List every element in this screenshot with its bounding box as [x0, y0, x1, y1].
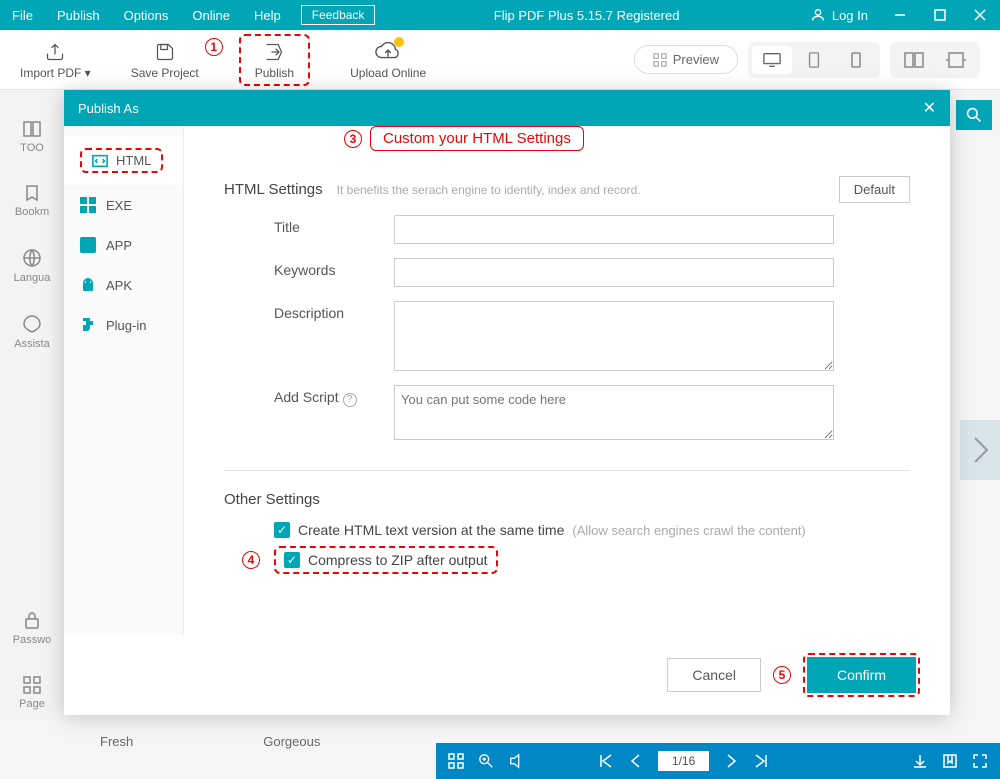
- default-button[interactable]: Default: [839, 176, 910, 203]
- annotation-3-box: 3 Custom your HTML Settings: [344, 126, 584, 151]
- theme-gorgeous[interactable]: Gorgeous: [263, 734, 320, 749]
- sidebar-bookmarks[interactable]: Bookm: [15, 184, 49, 218]
- slide-view-button[interactable]: [936, 46, 976, 74]
- dialog-close-button[interactable]: ✕: [923, 98, 936, 118]
- next-page-icon[interactable]: [723, 753, 739, 769]
- annotation-4: 4: [242, 551, 260, 569]
- label-description: Description: [224, 301, 394, 321]
- chevron-right-icon: [970, 435, 990, 465]
- search-button[interactable]: [956, 100, 992, 130]
- sidebar-page[interactable]: Page: [19, 676, 45, 710]
- sidebar-assistant[interactable]: Assista: [14, 314, 49, 350]
- publish-button[interactable]: Publish: [239, 34, 310, 86]
- dialog-content: 3 Custom your HTML Settings HTML Setting…: [184, 126, 950, 635]
- annotation-3: 3: [344, 130, 362, 148]
- last-page-icon[interactable]: [753, 753, 769, 769]
- plugin-icon: [80, 317, 96, 333]
- import-pdf-button[interactable]: Import PDF ▾: [20, 40, 91, 80]
- toolbar: Import PDF ▾ Save Project 1 Publish Uplo…: [0, 30, 1000, 90]
- phone-view-button[interactable]: [836, 46, 876, 74]
- description-input[interactable]: [394, 301, 834, 371]
- publish-icon: [263, 40, 285, 64]
- theme-fresh[interactable]: Fresh: [100, 734, 133, 749]
- tab-plugin[interactable]: Plug-in: [64, 305, 183, 345]
- tablet-view-button[interactable]: [794, 46, 834, 74]
- tab-app[interactable]: APP: [64, 225, 183, 265]
- help-icon[interactable]: ?: [343, 393, 357, 407]
- left-sidebar: TOO Bookm Langua Assista Passwo Page: [0, 90, 64, 720]
- login-button[interactable]: Log In: [798, 7, 880, 23]
- label-addscript: Add Script?: [224, 385, 394, 407]
- save-icon: [155, 40, 175, 64]
- user-icon: [810, 7, 826, 23]
- dialog-title: Publish As: [78, 101, 139, 116]
- sound-icon[interactable]: [508, 753, 524, 769]
- thumbnails-icon[interactable]: [448, 753, 464, 769]
- sidebar-password[interactable]: Passwo: [13, 610, 52, 646]
- desktop-view-button[interactable]: [752, 46, 792, 74]
- menu-publish[interactable]: Publish: [45, 8, 112, 23]
- android-icon: [80, 277, 96, 293]
- confirm-button[interactable]: Confirm: [807, 657, 916, 693]
- prev-page-icon[interactable]: [628, 753, 644, 769]
- grid-icon: [653, 53, 667, 67]
- annotation-5: 5: [773, 666, 791, 684]
- feedback-button[interactable]: Feedback: [301, 5, 376, 25]
- menu-file[interactable]: File: [0, 8, 45, 23]
- import-icon: [44, 40, 66, 64]
- download-icon[interactable]: [912, 753, 928, 769]
- book-view-button[interactable]: [894, 46, 934, 74]
- windows-icon: [80, 197, 96, 213]
- html-icon: [92, 154, 108, 168]
- publish-dialog: Publish As ✕ 2 HTML EXE APP APK: [64, 90, 950, 715]
- menu-options[interactable]: Options: [112, 8, 181, 23]
- fullscreen-icon[interactable]: [972, 753, 988, 769]
- upload-online-button[interactable]: Upload Online: [350, 40, 426, 80]
- page-number[interactable]: 1/16: [658, 751, 709, 771]
- theme-labels: Fresh Gorgeous: [100, 734, 320, 749]
- next-page-arrow[interactable]: [960, 420, 1000, 480]
- create-html-checkbox-row[interactable]: ✓ Create HTML text version at the same t…: [274, 522, 910, 538]
- bookmark-icon[interactable]: [942, 753, 958, 769]
- keywords-input[interactable]: [394, 258, 834, 287]
- sidebar-language[interactable]: Langua: [14, 248, 51, 284]
- addscript-input[interactable]: [394, 385, 834, 440]
- label-keywords: Keywords: [224, 258, 394, 278]
- upload-icon: [375, 40, 401, 64]
- reader-footer: 1/16: [436, 743, 1000, 779]
- search-icon: [966, 107, 982, 123]
- first-page-icon[interactable]: [598, 753, 614, 769]
- annotation-1: 1: [205, 38, 223, 56]
- layout-group: [890, 42, 980, 78]
- save-project-button[interactable]: Save Project 1: [131, 40, 199, 80]
- app-title: Flip PDF Plus 5.15.7 Registered: [375, 8, 797, 23]
- maximize-button[interactable]: [920, 0, 960, 30]
- menu-online[interactable]: Online: [180, 8, 242, 23]
- html-settings-hint: It benefits the serach engine to identif…: [337, 183, 641, 197]
- compress-zip-checkbox-row[interactable]: 4 ✓ Compress to ZIP after output: [274, 546, 498, 574]
- tab-apk[interactable]: APK: [64, 265, 183, 305]
- checkbox-checked-icon: ✓: [274, 522, 290, 538]
- device-preview-group: [748, 42, 880, 78]
- dialog-header: Publish As ✕: [64, 90, 950, 126]
- label-title: Title: [224, 215, 394, 235]
- preview-button[interactable]: Preview: [634, 45, 738, 74]
- other-settings-title: Other Settings: [224, 491, 910, 508]
- minimize-button[interactable]: [880, 0, 920, 30]
- tab-html[interactable]: 2 HTML: [64, 136, 183, 185]
- title-input[interactable]: [394, 215, 834, 244]
- cancel-button[interactable]: Cancel: [667, 658, 761, 692]
- dialog-sidebar: 2 HTML EXE APP APK Plug-in: [64, 126, 184, 635]
- sidebar-tools[interactable]: TOO: [20, 120, 44, 154]
- zoom-icon[interactable]: [478, 753, 494, 769]
- dialog-footer: Cancel 5 Confirm: [64, 635, 950, 715]
- html-settings-title: HTML Settings: [224, 181, 323, 198]
- tab-exe[interactable]: EXE: [64, 185, 183, 225]
- menu-help[interactable]: Help: [242, 8, 293, 23]
- app-icon: [80, 237, 96, 253]
- checkbox-checked-icon: ✓: [284, 552, 300, 568]
- title-bar: File Publish Options Online Help Feedbac…: [0, 0, 1000, 30]
- close-button[interactable]: [960, 0, 1000, 30]
